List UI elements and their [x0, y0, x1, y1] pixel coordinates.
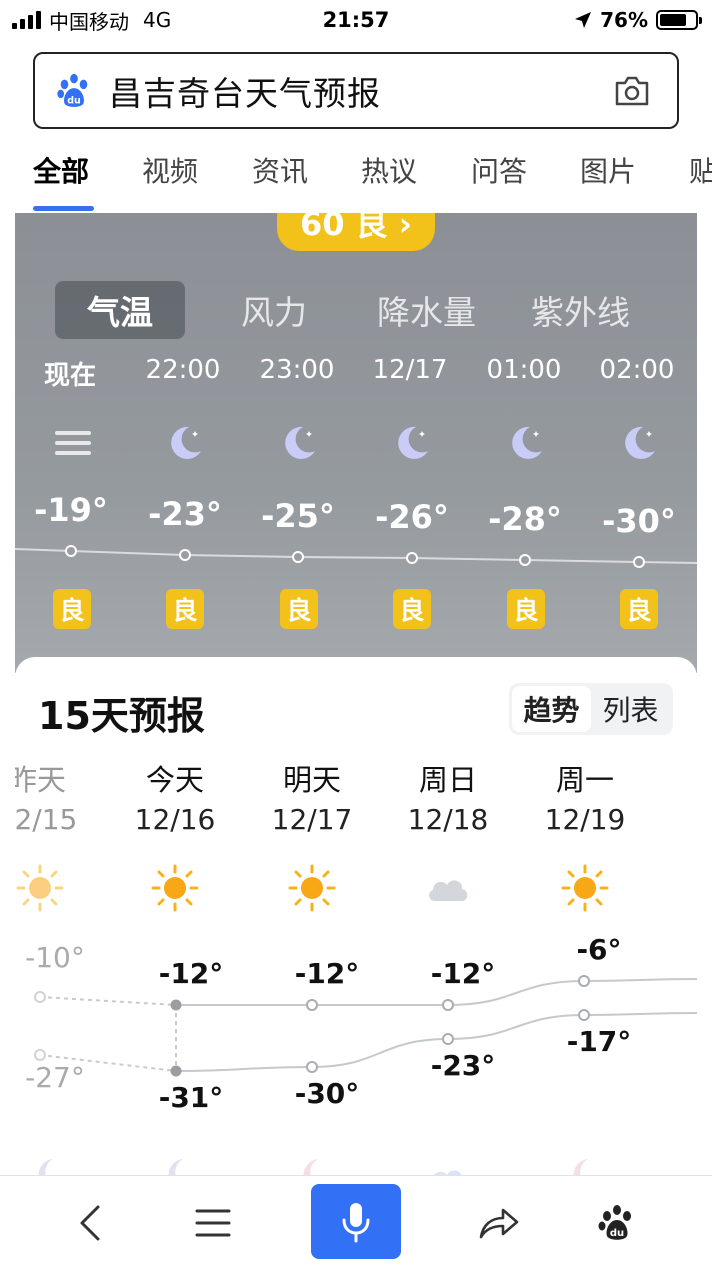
low-temp-label: -23° [430, 1049, 496, 1082]
high-temp-point [578, 975, 590, 987]
location-arrow-icon [575, 12, 592, 28]
tab-news[interactable]: 资讯 [252, 150, 308, 190]
low-temp-point [170, 1065, 182, 1077]
high-temp-point [170, 999, 182, 1011]
camera-icon[interactable] [613, 74, 651, 108]
high-temp-point [34, 991, 46, 1003]
tab-video[interactable]: 视频 [142, 150, 198, 190]
low-temp-label: -30° [294, 1077, 360, 1110]
hourly-point [292, 551, 304, 563]
menu-button[interactable] [188, 1198, 238, 1248]
hourly-point [65, 545, 77, 557]
hourly-point [406, 552, 418, 564]
hourly-line-path [15, 548, 697, 564]
baidu-paw-icon: du [598, 1205, 631, 1240]
share-button[interactable] [474, 1198, 524, 1248]
forecast-temp-chart [34, 975, 697, 1077]
status-right: 76% [574, 8, 702, 32]
tab-tieba[interactable]: 贴 [689, 150, 712, 190]
tab-discussion[interactable]: 热议 [361, 150, 417, 190]
high-temp-label: -6° [576, 933, 622, 966]
air-quality-tag: 良 [280, 589, 318, 629]
battery-fill [660, 14, 686, 26]
low-temp-point [306, 1061, 318, 1073]
air-quality-tag: 良 [620, 589, 658, 629]
air-quality-tag: 良 [53, 589, 91, 629]
active-tab-indicator [33, 206, 94, 211]
low-temp-label: -27° [25, 1061, 85, 1094]
bottom-nav: du [0, 1175, 712, 1266]
search-input[interactable]: 昌吉奇台天气预报 [109, 67, 381, 115]
hourly-temp-line [15, 545, 697, 568]
voice-search-button[interactable] [311, 1184, 401, 1259]
share-icon [479, 1208, 519, 1239]
battery-percent: 76% [600, 8, 648, 32]
high-temp-past-segment [39, 996, 177, 1006]
back-button[interactable] [66, 1198, 116, 1248]
air-quality-tag: 良 [507, 589, 545, 629]
low-temp-point [578, 1009, 590, 1021]
forecast-card: 15天预报 趋势 列表 昨天 今天 明天 周日 周一 周 12/15 12/16… [15, 657, 697, 1197]
search-tabs: 全部 视频 资讯 热议 问答 图片 贴 [0, 150, 712, 212]
high-temp-label: -12° [294, 957, 360, 990]
low-temp-point [442, 1033, 454, 1045]
tab-images[interactable]: 图片 [580, 150, 636, 190]
hourly-point [179, 549, 191, 561]
air-quality-tag: 良 [393, 589, 431, 629]
battery-icon [656, 10, 702, 30]
air-quality-tag: 良 [166, 589, 204, 629]
high-temp-label: -10° [25, 941, 85, 974]
low-temp-label: -17° [566, 1025, 632, 1058]
low-temp-point [34, 1049, 46, 1061]
menu-icon [195, 1209, 231, 1237]
hourly-point [519, 554, 531, 566]
hourly-point [633, 556, 645, 568]
search-bar[interactable]: du 昌吉奇台天气预报 [33, 52, 679, 129]
high-temp-point [306, 999, 318, 1011]
status-bar: 中国移动 4G 21:57 76% [0, 0, 712, 40]
microphone-icon [342, 1202, 370, 1242]
high-temp-point [442, 999, 454, 1011]
svg-text:du: du [67, 95, 81, 106]
baidu-home-button[interactable]: du [592, 1198, 642, 1248]
high-temp-label: -12° [430, 957, 496, 990]
tab-all[interactable]: 全部 [33, 150, 89, 190]
hourly-weather-card: 60 良 › 气温 风力 降水量 紫外线 现在 22:00 23:00 12/1… [15, 213, 697, 673]
high-temp-label: -12° [158, 957, 224, 990]
baidu-paw-icon: du [57, 73, 88, 107]
tab-qa[interactable]: 问答 [471, 150, 527, 190]
low-temp-label: -31° [158, 1081, 224, 1114]
chevron-left-icon [80, 1205, 100, 1241]
svg-text:du: du [610, 1228, 624, 1239]
